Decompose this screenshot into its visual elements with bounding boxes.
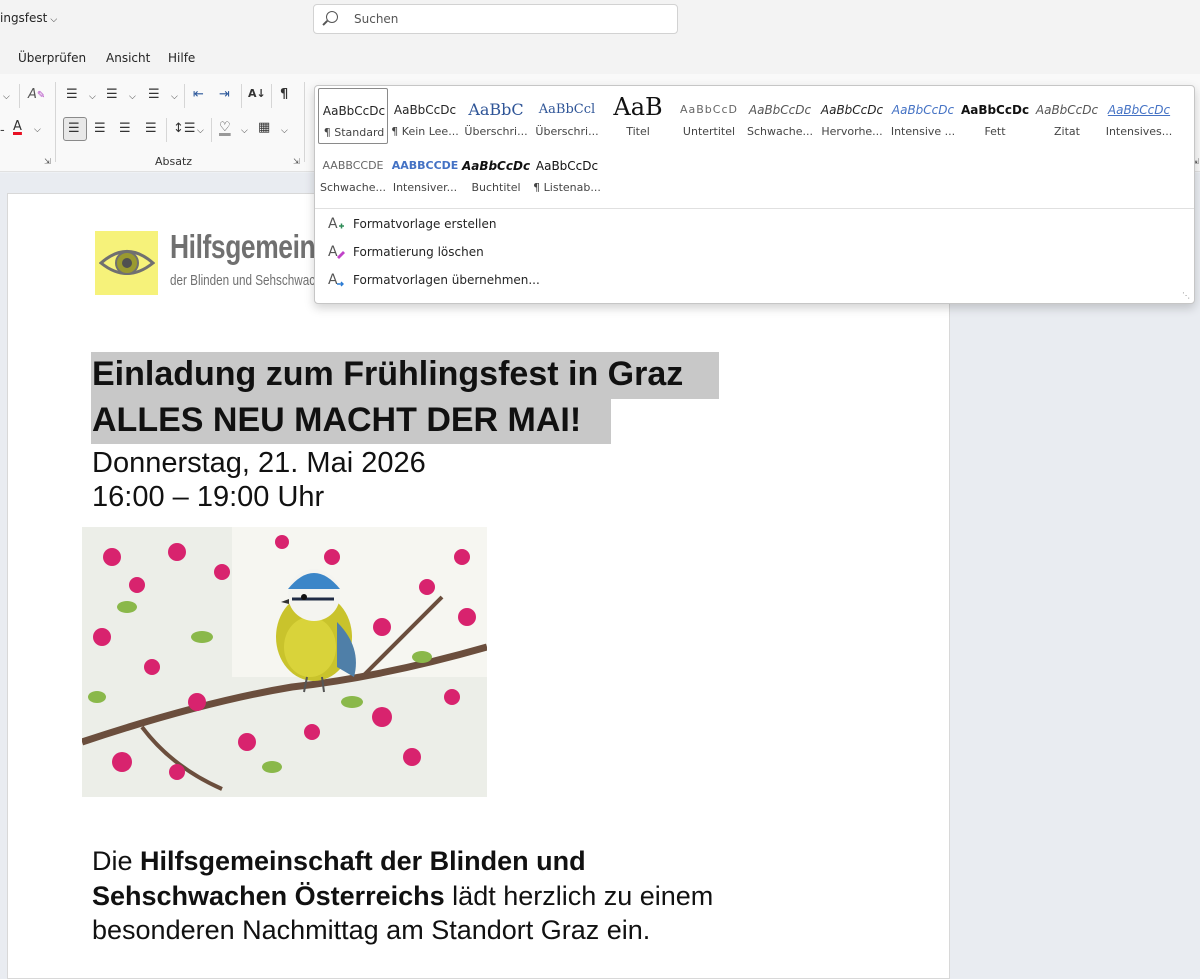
absatz-group-label: Absatz [155,155,193,168]
tab-hilfe[interactable]: Hilfe [168,51,195,65]
highlight-dropdown-icon[interactable]: - [0,123,5,139]
align-center-icon[interactable]: ☰ [94,121,106,137]
increase-indent-icon[interactable]: ⇥ [219,87,230,103]
chevron-down-icon[interactable]: ⌵ [3,89,10,105]
style-tile-schwache-hervorhebung[interactable]: AaBbCcDc Schwache... [745,88,815,144]
styles-gallery-dropdown: AaBbCcDc ¶ Standard AaBbCcDc ¶ Kein Lee.… [314,85,1195,304]
style-tile-intensives-zitat[interactable]: AaBbCcDc Intensives... [1104,88,1174,144]
event-date[interactable]: Donnerstag, 21. Mai 2026 [92,447,426,480]
align-left-icon: ☰ [68,121,80,136]
eye-logo-icon [99,250,155,275]
search-icon [326,11,338,23]
tab-ueberpruefen[interactable]: Überprüfen [18,51,86,65]
style-tile-intensive-hervorhebung[interactable]: AaBbCcDc Intensive ... [888,88,958,144]
font-dialog-launcher-icon[interactable]: ⇲ [44,157,51,166]
style-tile-buchtitel[interactable]: AaBbCcDc Buchtitel [461,144,531,200]
chevron-down-icon[interactable]: ⌵ [89,89,96,105]
chevron-down-icon[interactable]: ⌵ [34,122,41,138]
tab-ansicht[interactable]: Ansicht [106,51,150,65]
style-tile-schwacher-verweis[interactable]: AABBCCDE Schwache... [318,144,388,200]
heading-line-2[interactable]: ALLES NEU MACHT DER MAI! [92,401,581,440]
search-placeholder: Suchen [354,12,399,26]
resize-grip-icon[interactable]: ⋱ [1182,291,1190,300]
line-spacing-icon[interactable]: ↕☰ [173,121,196,137]
multilevel-list-icon[interactable]: ☰ [148,87,160,103]
ribbon-tabs: Überprüfen Ansicht Hilfe [0,40,1200,74]
gallery-divider [315,208,1194,209]
chevron-down-icon[interactable]: ⌵ [281,123,288,139]
style-tile-standard[interactable]: AaBbCcDc ¶ Standard [318,88,388,144]
paragraph-dialog-launcher-icon[interactable]: ⇲ [293,157,300,166]
svg-text:A: A [328,244,338,260]
decrease-indent-icon[interactable]: ⇤ [193,87,204,103]
clear-formatting-icon: A [328,244,345,260]
borders-icon[interactable]: ▦ [258,120,270,136]
event-time[interactable]: 16:00 – 19:00 Uhr [92,481,324,514]
style-tile-listenabsatz[interactable]: AaBbCcDc ¶ Listenab... [532,144,602,200]
chevron-down-icon[interactable]: ⌵ [241,123,248,139]
style-tile-ueberschrift-1[interactable]: AaBbC Überschri... [461,88,531,144]
create-style-icon: A [328,216,344,232]
style-tile-zitat[interactable]: AaBbCcDc Zitat [1032,88,1102,144]
style-tile-ueberschrift-2[interactable]: AaBbCcl Überschri... [532,88,602,144]
style-tile-fett[interactable]: AaBbCcDc Fett [960,88,1030,144]
intro-paragraph-line-2[interactable]: Sehschwachen Österreichs lädt herzlich z… [92,881,713,912]
style-tile-kein-leerraum[interactable]: AaBbCcDc ¶ Kein Lee... [390,88,460,144]
apply-styles-menu-item[interactable]: A Formatvorlagen übernehmen... [327,269,627,293]
intro-paragraph-line-3[interactable]: besonderen Nachmittag am Standort Graz e… [92,915,650,946]
intro-paragraph-line-1[interactable]: Die Hilfsgemeinschaft der Blinden und [92,846,586,877]
pilcrow-icon[interactable]: ¶ [280,87,288,103]
heading-line-1[interactable]: Einladung zum Frühlingsfest in Graz [92,355,683,394]
create-style-menu-item[interactable]: A Formatvorlage erstellen [327,213,627,237]
blue-tit-photo[interactable] [82,527,487,797]
svg-text:A: A [328,272,338,288]
chevron-down-icon[interactable]: ⌵ [171,89,178,105]
style-tile-titel[interactable]: AaB Titel [603,88,673,144]
style-tile-intensiver-verweis[interactable]: AABBCCDE Intensiver... [390,144,460,200]
logo-subtitle: der Blinden und Sehschwac [170,272,316,289]
clear-formatting-icon[interactable]: A✎ [28,87,45,104]
chevron-down-icon: ⌵ [50,15,58,25]
search-box[interactable]: Suchen [313,4,678,34]
justify-icon[interactable]: ☰ [145,121,157,137]
font-color-icon[interactable]: A [13,119,22,135]
svg-text:A: A [328,216,338,232]
bullets-icon[interactable]: ☰ [66,87,78,103]
document-title: ingsfest [0,11,48,25]
title-bar: ingsfest ⌵ Suchen [0,0,1200,40]
sort-icon[interactable]: A↓ [248,86,266,102]
numbering-icon[interactable]: ☰ [106,87,118,103]
align-right-icon[interactable]: ☰ [119,121,131,137]
shading-icon[interactable]: ♡ [219,120,231,136]
chevron-down-icon[interactable]: ⌵ [197,123,204,139]
apply-styles-icon: A [328,272,344,288]
chevron-down-icon[interactable]: ⌵ [129,89,136,105]
style-tile-untertitel[interactable]: AaBbCcD Untertitel [674,88,744,144]
document-title-button[interactable]: ingsfest ⌵ [0,11,57,25]
logo-title: Hilfsgemein [170,228,316,265]
style-tile-hervorhebung[interactable]: AaBbCcDc Hervorhe... [817,88,887,144]
clear-formatting-menu-item[interactable]: A Formatierung löschen [327,241,627,265]
